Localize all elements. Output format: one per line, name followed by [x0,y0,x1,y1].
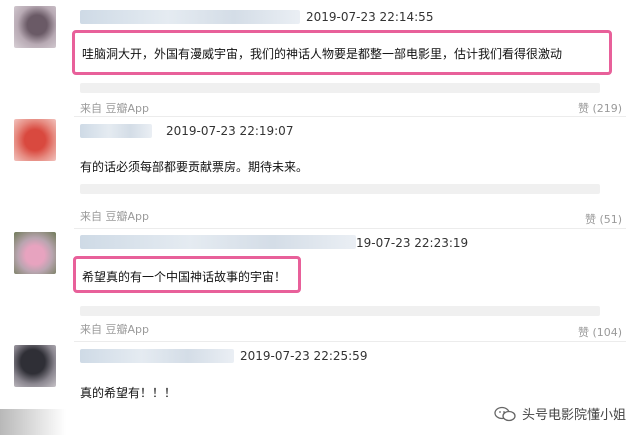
comment-time: 19-07-23 22:23:19 [356,236,469,250]
blurred-row [80,184,600,194]
blurred-row [80,306,600,316]
watermark-text: 头号电影院懂小姐 [521,408,626,423]
divider [74,116,626,117]
divider [74,228,626,229]
comment-time: 2019-07-23 22:14:55 [306,10,434,24]
comment-text: 哇脑洞大开，外国有漫威宇宙，我们的神话人物要是都整一部电影里，估计我们看得很激动 [82,47,563,61]
like-button[interactable]: 赞 (219) [578,100,622,116]
comment-text: 真的希望有！！！ [80,386,177,400]
comment-time: 2019-07-23 22:25:59 [240,349,368,363]
chat-bubbles-icon [494,406,516,421]
watermark: 头号电影院懂小姐 [494,404,626,423]
comment-text: 有的话必须每部都要贡献票房。期待未来。 [80,160,309,174]
comment-time: 2019-07-23 22:19:07 [166,124,294,138]
source-label: 来自 豆瓣App [80,210,149,223]
avatar[interactable] [14,232,56,274]
username-blurred[interactable] [80,349,234,363]
comment-text: 希望真的有一个中国神话故事的宇宙！ [82,270,287,284]
watermark-corner [0,409,66,435]
source-label: 来自 豆瓣App [80,102,149,115]
divider [74,341,626,342]
like-button[interactable]: 赞 (51) [585,211,622,227]
source-label: 来自 豆瓣App [80,323,149,336]
avatar[interactable] [14,6,56,48]
avatar[interactable] [14,345,56,387]
blurred-row [80,83,600,93]
avatar[interactable] [14,119,56,161]
username-blurred[interactable] [80,10,300,24]
username-blurred[interactable] [80,124,152,138]
username-blurred[interactable] [80,235,356,249]
like-button[interactable]: 赞 (104) [578,324,622,340]
